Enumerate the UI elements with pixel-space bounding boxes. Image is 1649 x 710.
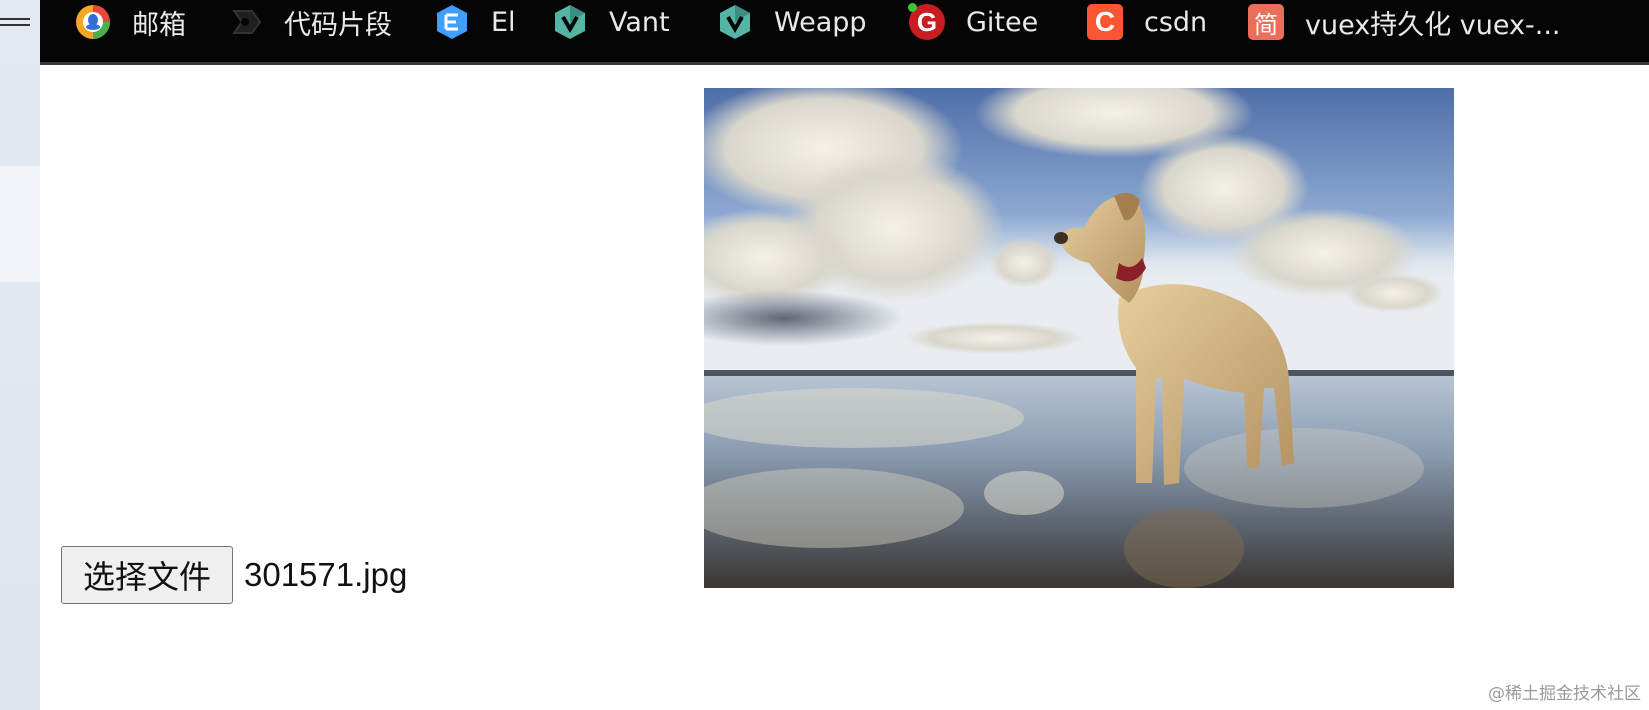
bookmark-code-snippet[interactable]: 代码片段 <box>226 0 392 44</box>
choose-file-button[interactable]: 选择文件 <box>61 546 233 604</box>
vant-weapp-icon <box>716 3 754 41</box>
bookmark-label: vuex持久化 vuex-... <box>1305 9 1561 41</box>
csdn-icon: C <box>1086 3 1124 41</box>
jianshu-icon: 简 <box>1247 3 1285 41</box>
bookmarks-bar: 邮箱 代码片段 El Vant Weapp G Gitee C csdn 简 v… <box>40 0 1649 65</box>
browser-side-strip <box>0 0 40 710</box>
bookmark-label: Weapp <box>774 6 867 38</box>
menu-icon[interactable] <box>0 18 30 34</box>
side-tab-active[interactable] <box>0 166 40 282</box>
code-snippet-icon <box>226 3 264 41</box>
vant-icon <box>551 3 589 41</box>
qq-mail-icon <box>74 3 112 41</box>
bookmark-vant[interactable]: Vant <box>551 0 670 44</box>
bookmark-gitee[interactable]: G Gitee <box>908 0 1038 44</box>
bookmark-label: csdn <box>1144 6 1208 38</box>
bookmark-label: Vant <box>609 6 670 38</box>
bookmark-label: Gitee <box>966 6 1039 38</box>
element-ui-icon <box>433 3 471 41</box>
bookmark-weapp[interactable]: Weapp <box>716 0 867 44</box>
bookmark-jianshu[interactable]: 简 vuex持久化 vuex-... <box>1247 0 1561 44</box>
bookmark-label: El <box>491 6 516 38</box>
bookmark-label: 邮箱 <box>132 9 186 41</box>
watermark: @稀土掘金技术社区 <box>1488 684 1641 704</box>
bookmark-label: 代码片段 <box>284 9 392 41</box>
gitee-icon: G <box>908 3 946 41</box>
image-preview <box>704 88 1454 588</box>
selected-file-name: 301571.jpg <box>244 556 408 593</box>
bookmark-mail[interactable]: 邮箱 <box>74 0 186 44</box>
bookmark-element-ui[interactable]: El <box>433 0 516 44</box>
bookmark-csdn[interactable]: C csdn <box>1086 0 1207 44</box>
